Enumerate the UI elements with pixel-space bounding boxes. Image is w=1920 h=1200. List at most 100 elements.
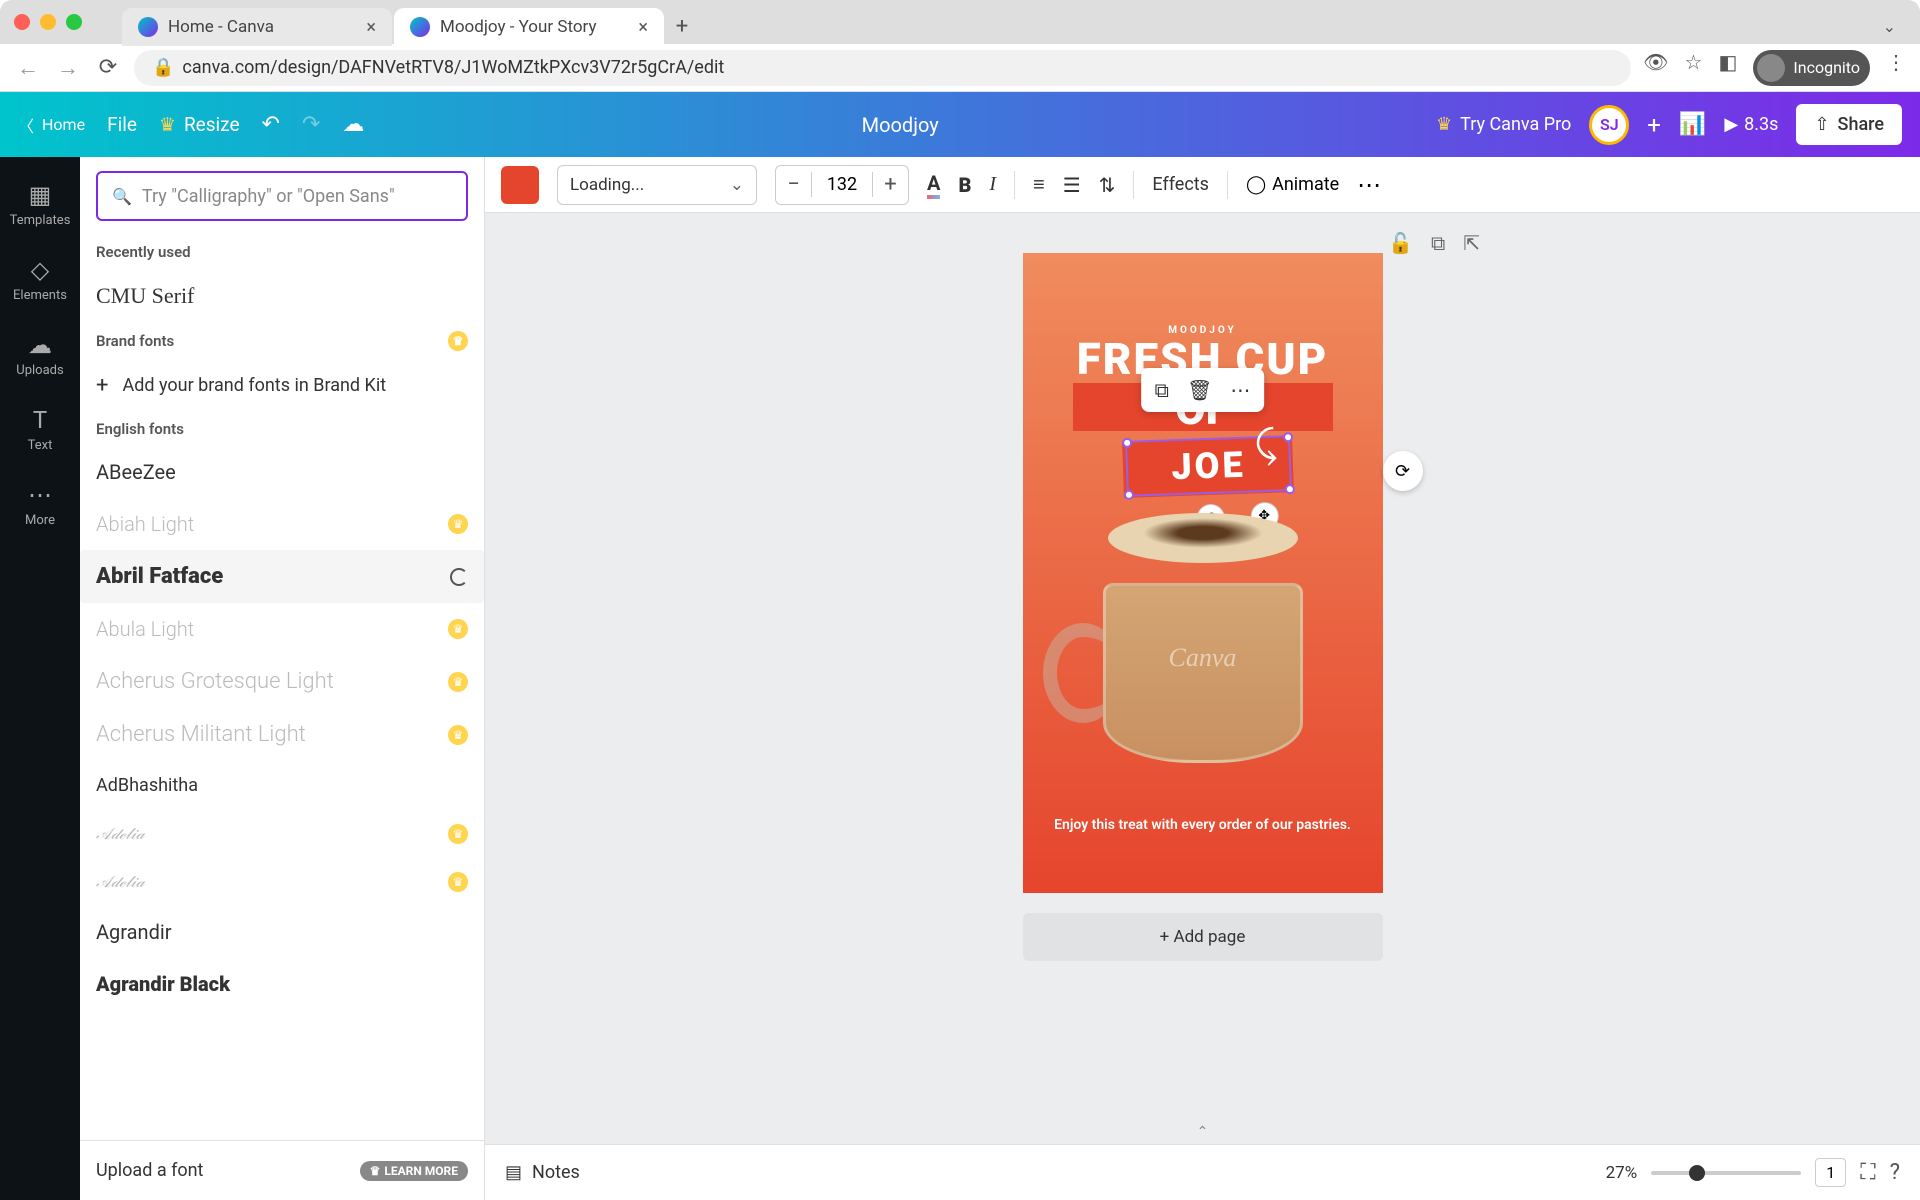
coffee-image[interactable]	[1073, 513, 1333, 763]
font-cmu-serif[interactable]: CMU Serif	[96, 269, 468, 323]
font-abeezee[interactable]: ABeeZee	[96, 446, 468, 498]
notes-button[interactable]: ▤ Notes	[505, 1162, 580, 1183]
insights-button[interactable]: 📊	[1679, 112, 1706, 137]
upload-font-row[interactable]: Upload a font ♛ LEARN MORE	[80, 1140, 484, 1200]
duplicate-button[interactable]: ⧉	[1155, 378, 1169, 402]
add-brand-fonts-button[interactable]: + Add your brand fonts in Brand Kit	[96, 359, 468, 412]
fullscreen-button[interactable]: ⛶	[1860, 1160, 1875, 1185]
italic-button[interactable]: I	[989, 173, 996, 196]
share-button[interactable]: ⇧ Share	[1796, 104, 1902, 145]
close-tab-icon[interactable]: ×	[366, 17, 376, 38]
alignment-button[interactable]: ≡	[1033, 172, 1045, 197]
divider	[1133, 171, 1134, 199]
new-tab-button[interactable]: +	[666, 10, 698, 42]
regenerate-button[interactable]: ⟳	[1383, 451, 1423, 491]
animate-button[interactable]: ◯ Animate	[1246, 174, 1339, 195]
add-member-button[interactable]: +	[1647, 111, 1661, 139]
resize-handle[interactable]	[1123, 490, 1133, 500]
duplicate-icon[interactable]: ⧉	[1431, 231, 1445, 255]
back-button[interactable]: ←	[14, 55, 42, 81]
resize-handle[interactable]	[1284, 484, 1294, 494]
font-abiah-light[interactable]: Abiah Light ♛	[96, 498, 468, 550]
crown-icon: ♛	[1436, 114, 1452, 135]
canvas-stage[interactable]: 🔓 ⧉ ⇱ MOODJOY FRESH CUP OF JOE	[485, 213, 1920, 1144]
home-button[interactable]: 〈 Home	[18, 113, 85, 137]
design-canvas[interactable]: MOODJOY FRESH CUP OF JOE ⟲ ✥ ⤹	[1023, 253, 1383, 893]
resize-button[interactable]: ♛ Resize	[159, 113, 240, 136]
try-pro-button[interactable]: ♛ Try Canva Pro	[1436, 114, 1571, 135]
present-button[interactable]: ▶ 8.3s	[1724, 114, 1778, 135]
effects-button[interactable]: Effects	[1152, 174, 1209, 195]
text-color-button[interactable]: A	[927, 171, 940, 199]
spacing-button[interactable]: ⇅	[1099, 173, 1116, 197]
undo-button[interactable]: ↶	[262, 112, 280, 137]
text-color-swatch[interactable]	[501, 166, 539, 204]
tabs-overflow-icon[interactable]: ⌄	[1883, 17, 1896, 36]
zoom-thumb[interactable]	[1689, 1165, 1705, 1181]
export-icon[interactable]: ⇱	[1463, 231, 1480, 255]
zoom-percentage[interactable]: 27%	[1606, 1163, 1638, 1183]
collapse-arrow-icon[interactable]: ⌃	[1197, 1124, 1209, 1140]
rail-text[interactable]: T Text	[0, 392, 80, 467]
redo-button[interactable]: ↷	[302, 112, 320, 137]
zoom-slider[interactable]	[1651, 1171, 1801, 1175]
learn-more-badge[interactable]: ♛ LEARN MORE	[360, 1161, 468, 1181]
more-button[interactable]: ⋯	[1230, 378, 1250, 402]
font-adelia-2[interactable]: 𝒜𝒹ℯ𝓁𝒾𝒶 ♛	[96, 858, 468, 906]
increase-size-button[interactable]: +	[872, 172, 908, 197]
more-options-button[interactable]: ⋯	[1357, 171, 1383, 199]
text-description[interactable]: Enjoy this treat with every order of our…	[1023, 817, 1383, 833]
font-agrandir-black[interactable]: Agrandir Black	[96, 958, 468, 1010]
close-tab-icon[interactable]: ×	[638, 17, 648, 38]
font-adbhashitha[interactable]: AdBhashitha	[96, 761, 468, 810]
address-bar[interactable]: 🔒 canva.com/design/DAFNVetRTV8/J1WoMZtkP…	[134, 50, 1631, 86]
forward-button[interactable]: →	[54, 55, 82, 81]
font-list[interactable]: Recently used CMU Serif Brand fonts ♛ + …	[80, 235, 484, 1140]
close-window-button[interactable]	[14, 14, 30, 30]
cloud-sync-icon[interactable]: ☁	[342, 112, 364, 137]
font-search-input[interactable]	[142, 186, 452, 207]
decrease-size-button[interactable]: −	[776, 172, 812, 197]
add-page-button[interactable]: + Add page	[1023, 913, 1383, 961]
rail-uploads[interactable]: ☁ Uploads	[0, 317, 80, 392]
resize-handle[interactable]	[1121, 438, 1131, 448]
font-adelia-1[interactable]: 𝒜𝒹ℯ𝓁𝒾𝒶 ♛	[96, 810, 468, 858]
plus-icon: +	[96, 373, 108, 398]
document-title[interactable]: Moodjoy	[384, 113, 1416, 137]
rail-templates[interactable]: ▦ Templates	[0, 167, 80, 242]
incognito-badge[interactable]: Incognito	[1753, 50, 1870, 86]
browser-tab-active[interactable]: Moodjoy - Your Story ×	[394, 8, 664, 46]
font-acherus-militant[interactable]: Acherus Militant Light ♛	[96, 708, 468, 761]
user-avatar[interactable]: SJ	[1589, 105, 1629, 145]
font-family-select[interactable]: Loading... ⌄	[557, 165, 757, 205]
minimize-window-button[interactable]	[40, 14, 56, 30]
rail-more[interactable]: ⋯ More	[0, 467, 80, 542]
lock-icon[interactable]: 🔓	[1388, 231, 1413, 255]
font-search-box[interactable]: 🔍	[96, 171, 468, 221]
bookmark-icon[interactable]: ☆	[1685, 50, 1703, 86]
font-acherus-grotesque[interactable]: Acherus Grotesque Light ♛	[96, 655, 468, 708]
arrow-graphic[interactable]: ⤹	[1255, 423, 1278, 467]
help-button[interactable]: ?	[1890, 1160, 1900, 1185]
font-size-value[interactable]: 132	[812, 174, 872, 195]
sidepanel-icon[interactable]: ◧	[1718, 50, 1737, 86]
crown-icon: ♛	[448, 619, 468, 639]
bold-button[interactable]: B	[958, 173, 971, 197]
browser-tab-home[interactable]: Home - Canva ×	[122, 8, 392, 46]
font-agrandir[interactable]: Agrandir	[96, 906, 468, 958]
file-menu-button[interactable]: File	[107, 113, 137, 136]
font-abril-fatface[interactable]: Abril Fatface	[80, 550, 484, 603]
notes-icon: ▤	[505, 1162, 522, 1183]
font-abula-light[interactable]: Abula Light ♛	[96, 603, 468, 655]
maximize-window-button[interactable]	[66, 14, 82, 30]
delete-button[interactable]: 🗑	[1187, 378, 1212, 402]
eye-icon[interactable]: 👁	[1643, 50, 1668, 86]
header-right: ♛ Try Canva Pro SJ + 📊 ▶ 8.3s ⇧ Share	[1436, 104, 1902, 145]
resize-handle[interactable]	[1282, 432, 1292, 442]
browser-menu-icon[interactable]: ⋮	[1886, 50, 1906, 86]
rail-elements[interactable]: ◇ Elements	[0, 242, 80, 317]
loading-spinner-icon	[450, 568, 468, 586]
reload-button[interactable]: ⟳	[94, 55, 122, 80]
page-indicator[interactable]: 1	[1815, 1158, 1846, 1187]
list-button[interactable]: ☰	[1063, 173, 1081, 197]
